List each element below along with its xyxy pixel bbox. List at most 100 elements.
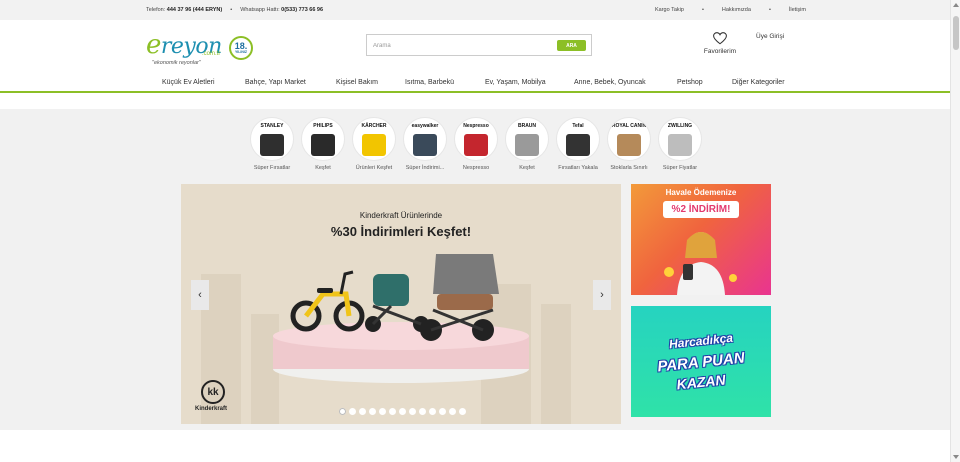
story-thumbnail: KÄRCHER bbox=[352, 117, 396, 161]
story-product-image bbox=[260, 134, 284, 156]
woman-with-phone-image bbox=[664, 232, 737, 295]
login-link[interactable]: Üye Girişi bbox=[756, 33, 784, 40]
phone-info: Telefon: 444 37 96 (444 ERYN) bbox=[146, 7, 222, 13]
nav-item-kucuk-ev-aletleri[interactable]: Küçük Ev Aletleri bbox=[162, 79, 215, 86]
story-label: Stoklarla Sınırlı bbox=[610, 165, 648, 171]
slider-dot[interactable] bbox=[409, 408, 416, 415]
chevron-right-icon: › bbox=[600, 289, 604, 301]
story-thumbnail: BRAUN bbox=[505, 117, 549, 161]
slider-dot[interactable] bbox=[379, 408, 386, 415]
slider-dot[interactable] bbox=[439, 408, 446, 415]
story-brand: ROYAL CANIN bbox=[611, 123, 647, 129]
story-product-image bbox=[566, 134, 590, 156]
kinderkraft-mark: kk bbox=[201, 380, 225, 404]
scroll-up-icon[interactable] bbox=[953, 3, 959, 7]
story-brand: Tefal bbox=[572, 123, 584, 129]
slider-next-button[interactable]: › bbox=[593, 280, 611, 310]
bg-building bbox=[541, 304, 571, 424]
contact-info: Telefon: 444 37 96 (444 ERYN) • Whatsapp… bbox=[146, 7, 323, 13]
story-product-image bbox=[668, 134, 692, 156]
story-brand: STANLEY bbox=[260, 123, 284, 129]
story-label: Süper Fiyatlar bbox=[662, 165, 698, 171]
story-brand: ZWILLING bbox=[667, 123, 693, 129]
scroll-down-icon[interactable] bbox=[953, 455, 959, 459]
slider-dot[interactable] bbox=[359, 408, 366, 415]
category-nav: Küçük Ev Aletleri Bahçe, Yapı Market Kiş… bbox=[0, 76, 950, 92]
whatsapp-label: Whatsapp Hattı: bbox=[240, 7, 280, 13]
story-brand: PHILIPS bbox=[313, 123, 333, 129]
story-thumbnail: Nespresso bbox=[454, 117, 498, 161]
slider-dot[interactable] bbox=[449, 408, 456, 415]
slider-dot[interactable] bbox=[349, 408, 356, 415]
story-item[interactable]: ROYAL CANIN Stoklarla Sınırlı bbox=[606, 117, 652, 171]
separator: • bbox=[768, 7, 771, 13]
promo-discount: %2 İNDİRİM! bbox=[663, 201, 739, 218]
story-item[interactable]: PHILIPS Keşfet bbox=[300, 117, 346, 171]
nav-item-diger-kategoriler[interactable]: Diğer Kategoriler bbox=[732, 79, 785, 86]
whatsapp-value[interactable]: 0(533) 773 66 96 bbox=[281, 7, 323, 13]
nav-item-bahce-yapi-market[interactable]: Bahçe, Yapı Market bbox=[245, 79, 306, 86]
story-thumbnail: STANLEY bbox=[250, 117, 294, 161]
story-brand: Nespresso bbox=[463, 123, 489, 129]
story-item[interactable]: ZWILLING Süper Fiyatlar bbox=[657, 117, 703, 171]
nav-item-kisisel-bakim[interactable]: Kişisel Bakım bbox=[336, 79, 378, 86]
link-hakkimizda[interactable]: Hakkımızda bbox=[722, 7, 751, 13]
nav-item-ev-yasam-mobilya[interactable]: Ev, Yaşam, Mobilya bbox=[485, 79, 546, 86]
heart-icon bbox=[713, 32, 727, 45]
story-thumbnail: Tefal bbox=[556, 117, 600, 161]
favorites-link[interactable]: Favorilerim bbox=[700, 32, 740, 55]
search-bar: ARA bbox=[366, 34, 592, 56]
kinderkraft-name: Kinderkraft bbox=[195, 406, 228, 412]
top-bar: Telefon: 444 37 96 (444 ERYN) • Whatsapp… bbox=[0, 0, 960, 20]
nav-item-isitma-barbeku[interactable]: Isıtma, Barbekü bbox=[405, 79, 454, 86]
story-thumbnail: easywalker bbox=[403, 117, 447, 161]
phone-value[interactable]: 444 37 96 (444 ERYN) bbox=[167, 7, 222, 13]
slider-dots bbox=[339, 408, 466, 415]
story-label: Nespresso bbox=[462, 165, 490, 171]
slider-dot[interactable] bbox=[389, 408, 396, 415]
story-label: Fırsatları Yakala bbox=[558, 165, 598, 171]
story-product-image bbox=[362, 134, 386, 156]
hero-slider[interactable]: Kinderkraft Ürünlerinde %30 İndirimleri … bbox=[181, 184, 621, 424]
story-item[interactable]: Nespresso Nespresso bbox=[453, 117, 499, 171]
story-product-image bbox=[464, 134, 488, 156]
slider-dot[interactable] bbox=[339, 408, 346, 415]
slider-subtitle: Kinderkraft Ürünlerinde bbox=[359, 211, 443, 220]
story-product-image bbox=[617, 134, 641, 156]
nav-item-petshop[interactable]: Petshop bbox=[677, 79, 703, 86]
slider-prev-button[interactable]: ‹ bbox=[191, 280, 209, 310]
slider-dot[interactable] bbox=[369, 408, 376, 415]
search-input[interactable] bbox=[373, 39, 548, 52]
story-label: Ürünleri Keşfet bbox=[355, 165, 393, 171]
bank-transfer-promo-banner[interactable]: Havale Ödemenize %2 İNDİRİM! bbox=[631, 184, 771, 295]
slider-dot[interactable] bbox=[429, 408, 436, 415]
stroller-products-image bbox=[273, 254, 529, 383]
logo-tld: .com.tr bbox=[202, 51, 221, 57]
site-logo[interactable]: ereyon .com.tr "ekonomik reyonlar" 18. Y… bbox=[144, 30, 259, 72]
slider-dot[interactable] bbox=[399, 408, 406, 415]
scroll-thumb[interactable] bbox=[953, 16, 959, 50]
earn-points-promo-banner[interactable]: Harcadıkça PARA PUAN KAZAN bbox=[631, 306, 771, 417]
nav-item-anne-bebek-oyuncak[interactable]: Anne, Bebek, Oyuncak bbox=[574, 79, 646, 86]
phone-label: Telefon: bbox=[146, 7, 166, 13]
slider-dot[interactable] bbox=[459, 408, 466, 415]
story-item[interactable]: KÄRCHER Ürünleri Keşfet bbox=[351, 117, 397, 171]
story-item[interactable]: Tefal Fırsatları Yakala bbox=[555, 117, 601, 171]
story-item[interactable]: BRAUN Keşfet bbox=[504, 117, 550, 171]
story-brand: KÄRCHER bbox=[361, 123, 387, 129]
page-scrollbar[interactable] bbox=[950, 0, 960, 462]
story-thumbnail: ZWILLING bbox=[658, 117, 702, 161]
link-iletisim[interactable]: İletişim bbox=[789, 7, 806, 13]
story-product-image bbox=[311, 134, 335, 156]
kinderkraft-logo: kk Kinderkraft bbox=[195, 380, 235, 412]
link-kargo-takip[interactable]: Kargo Takip bbox=[655, 7, 684, 13]
slider-dot[interactable] bbox=[419, 408, 426, 415]
search-button[interactable]: ARA bbox=[557, 40, 586, 51]
story-label: Keşfet bbox=[315, 165, 331, 171]
story-item[interactable]: STANLEY Süper Fırsatlar bbox=[249, 117, 295, 171]
story-brand: BRAUN bbox=[517, 123, 537, 129]
chevron-left-icon: ‹ bbox=[198, 289, 202, 301]
story-item[interactable]: easywalker Süper İndirimi... bbox=[402, 117, 448, 171]
story-product-image bbox=[515, 134, 539, 156]
story-label: Süper Fırsatlar bbox=[253, 165, 291, 171]
